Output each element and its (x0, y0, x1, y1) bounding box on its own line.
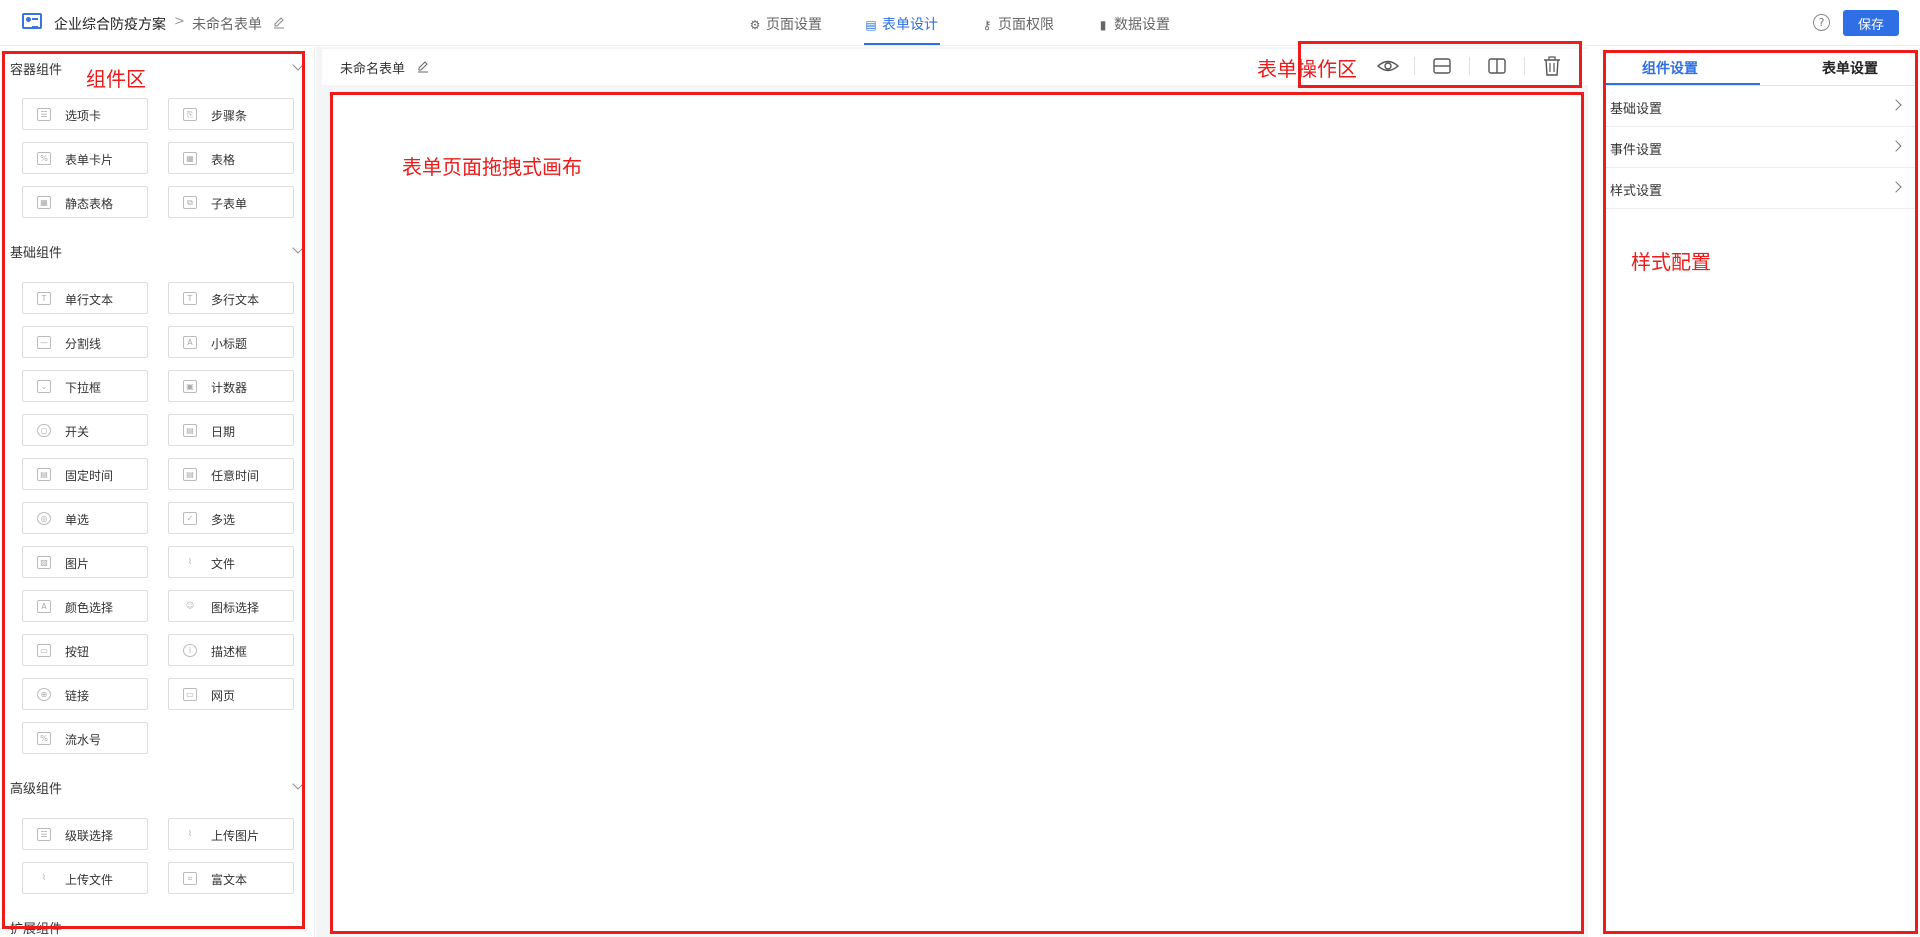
tab-form-design[interactable]: ▤ 表单设计 (864, 14, 938, 34)
tab-page-permissions[interactable]: ⚷ 页面权限 (980, 14, 1054, 34)
key-icon: ⚷ (982, 18, 992, 32)
edit-pencil-icon[interactable] (416, 59, 430, 73)
annotation-canvas-area: 表单页面拖拽式画布 (402, 155, 582, 179)
breadcrumb-app-name[interactable]: 企业综合防疫方案 (54, 14, 166, 34)
top-header: 企业综合防疫方案 > 未命名表单 ⚙ 页面设置 ▤ 表单设计 ⚷ 页面权限 ▮ 数据设置… (0, 0, 1920, 46)
annotation-form-ops-area: 表单操作区 (1257, 57, 1357, 81)
save-button[interactable]: 保存 (1843, 10, 1899, 36)
annotation-style-config: 样式配置 (1631, 250, 1711, 274)
app-logo-icon (22, 13, 42, 29)
form-title: 未命名表单 (340, 62, 406, 77)
tab-form-design-label: 表单设计 (882, 17, 938, 33)
annotation-box-component-area (2, 51, 305, 929)
annotation-component-area: 组件区 (86, 67, 146, 91)
tab-page-settings[interactable]: ⚙ 页面设置 (748, 14, 822, 34)
bar-chart-icon: ▮ (1099, 18, 1107, 32)
tab-page-permissions-label: 页面权限 (998, 17, 1054, 33)
breadcrumb-form-name: 未命名表单 (192, 17, 262, 33)
tab-data-settings-label: 数据设置 (1114, 17, 1170, 33)
breadcrumb-separator: > (174, 14, 185, 29)
tab-data-settings[interactable]: ▮ 数据设置 (1096, 14, 1170, 34)
help-icon[interactable]: ? (1813, 14, 1830, 31)
document-icon: ▤ (865, 18, 877, 32)
tab-page-settings-label: 页面设置 (766, 17, 822, 33)
annotation-box-style-config (1603, 50, 1918, 934)
gear-icon: ⚙ (749, 18, 761, 32)
annotation-box-canvas (330, 92, 1584, 934)
active-tab-indicator (864, 43, 940, 45)
edit-pencil-icon[interactable] (272, 15, 286, 29)
